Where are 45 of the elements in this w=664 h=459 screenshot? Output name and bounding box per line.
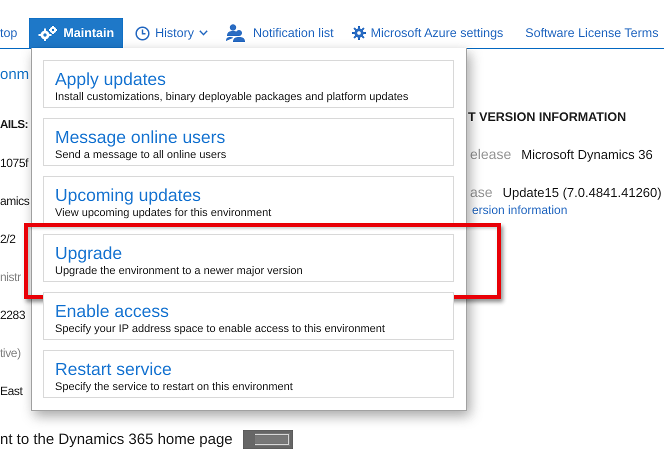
field-label: nistr [0, 269, 21, 286]
menu-item[interactable]: Upcoming updates View upcoming updates for this environment [43, 176, 454, 224]
field-label: ase [469, 184, 493, 200]
menu-item-description: Install customizations, binary deployable packages and platform updates [55, 90, 410, 104]
nav-link[interactable]: Software License Terms [516, 18, 664, 48]
menu-item-title: Enable access [55, 300, 170, 322]
nav-link[interactable]: top [0, 18, 26, 48]
field-value: East [0, 383, 22, 400]
menu-item-description: Send a message to all online users [55, 148, 228, 162]
clock-icon [135, 26, 150, 40]
field-label: tive) [0, 345, 21, 362]
menu-item-title: Upcoming updates [55, 184, 202, 206]
section-heading: T VERSION INFORMATION [468, 109, 628, 126]
field-label: elease [469, 146, 512, 162]
menu-item[interactable]: Enable access Specify your IP address space to enable access to this environment [43, 292, 454, 340]
gear-icon [352, 26, 366, 40]
menu-item-description: Specify the service to restart on this environment [55, 380, 294, 394]
nav-tab[interactable]: Notification list [217, 18, 343, 48]
field-value: Update15 (7.0.4841.41260) [502, 184, 662, 200]
menu-item-description: View upcoming updates for this environment [55, 206, 272, 220]
nav-tab[interactable]: History [126, 18, 217, 48]
people-icon [226, 24, 248, 42]
menu-item[interactable]: Upgrade Upgrade the environment to a newer major version [43, 234, 454, 282]
field-value: 2283 [0, 307, 26, 324]
field-label: AILS: [0, 118, 28, 133]
setting-label: nt to the Dynamics 365 home page [0, 431, 233, 448]
menu-item-description: Specify your IP address space to enable access to this environment [55, 322, 386, 336]
nav-tab[interactable]: Microsoft Azure settings [342, 18, 512, 48]
field-value: Microsoft Dynamics 36 [521, 146, 653, 162]
field-value: 1075f [0, 155, 28, 172]
field-value: 2/2 [0, 231, 16, 248]
menu-item-description: Upgrade the environment to a newer major version [55, 264, 304, 278]
menu-item[interactable]: Message online users Send a message to all online users [43, 118, 454, 166]
menu-item[interactable]: Apply updates Install customizations, binary deployable packages and platform updates [43, 60, 454, 108]
menu-item-title: Upgrade [55, 242, 124, 264]
version-link[interactable]: ersion information [468, 203, 568, 217]
menu-item-title: Apply updates [55, 68, 167, 90]
section-heading: onm [0, 65, 30, 85]
menu-item[interactable]: Restart service Specify the service to restart on this environment [43, 350, 454, 398]
toggle-switch[interactable] [242, 430, 293, 449]
menu-item-title: Message online users [55, 126, 226, 148]
nav-tab[interactable]: Maintain [29, 18, 124, 48]
field-value: amics [0, 193, 30, 210]
gears-icon [38, 26, 58, 40]
menu-item-title: Restart service [55, 358, 173, 380]
